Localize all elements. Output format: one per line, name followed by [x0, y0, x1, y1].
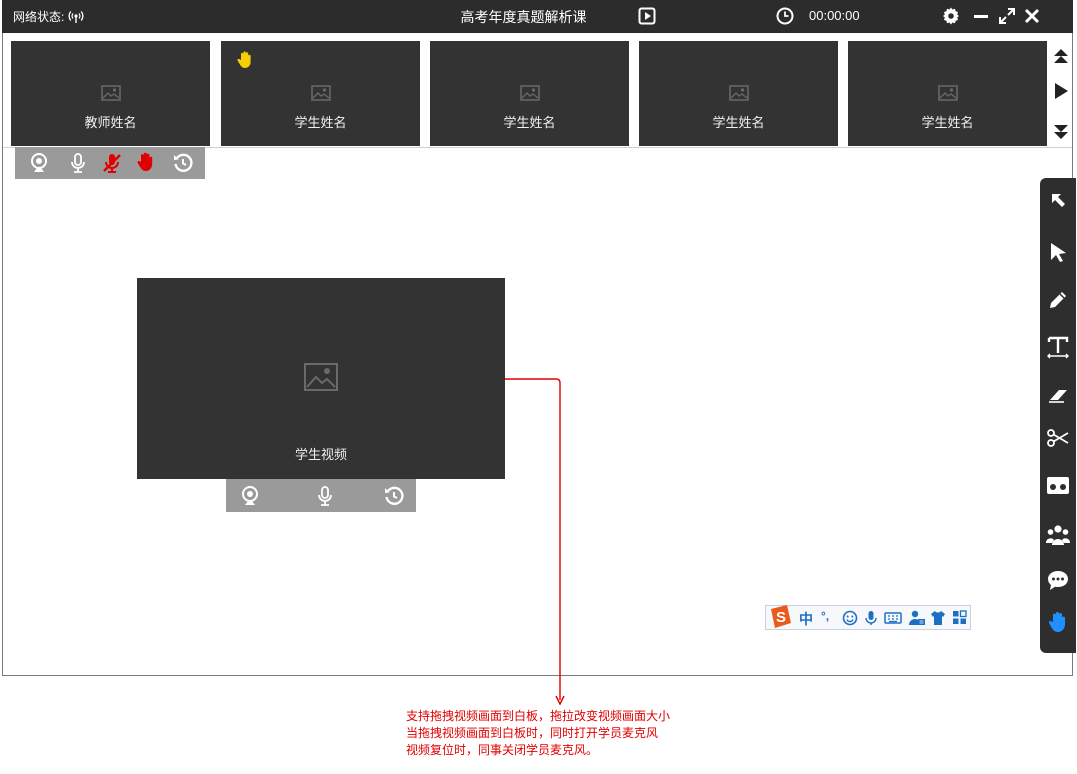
expand-down-icon[interactable]: [1052, 122, 1070, 140]
grid-menu-icon[interactable]: [952, 610, 967, 625]
ime-toolbar: S 中 °,: [765, 605, 971, 630]
chat-icon[interactable]: [1046, 568, 1070, 592]
media-icon[interactable]: [1046, 473, 1070, 497]
annotation-line: 支持拖拽视频画面到白板，拖拉改变视频画面大小: [406, 709, 671, 723]
gear-icon[interactable]: [942, 7, 960, 25]
voice-input-icon[interactable]: [864, 610, 878, 626]
collapse-up-icon[interactable]: [1052, 48, 1070, 66]
text-icon[interactable]: [1046, 335, 1070, 359]
raise-hand-icon[interactable]: [1046, 610, 1070, 634]
pencil-icon[interactable]: [1046, 288, 1070, 312]
student-video-window[interactable]: 学生视频: [137, 278, 505, 479]
pointer-icon[interactable]: [1046, 240, 1070, 264]
tile-name: 学生姓名: [921, 115, 974, 130]
mic-icon[interactable]: [67, 152, 89, 174]
annotation-line: 视频复位时，同事关闭学员麦克风。: [406, 743, 599, 757]
minimize-icon[interactable]: [972, 7, 990, 25]
ime-chinese-mode[interactable]: 中: [799, 609, 813, 627]
class-title: 高考年度真题解析课: [460, 9, 587, 25]
maximize-icon[interactable]: [998, 7, 1016, 25]
image-placeholder-icon: [519, 85, 540, 101]
user-icon[interactable]: [908, 609, 926, 627]
tile-name: 学生姓名: [712, 115, 765, 130]
eraser-icon[interactable]: [1046, 383, 1070, 407]
tile-name: 学生姓名: [294, 115, 347, 130]
mic-off-icon[interactable]: [101, 152, 123, 174]
close-icon[interactable]: [1023, 7, 1041, 25]
hand-icon[interactable]: [135, 151, 157, 173]
image-placeholder-icon: [310, 85, 331, 101]
student-video-tile[interactable]: 学生姓名: [221, 41, 420, 146]
next-icon[interactable]: [1052, 82, 1070, 100]
title-bar: 网络状态: 高考年度真题解析课 00:00:00: [2, 0, 1073, 33]
camera-icon[interactable]: [28, 152, 50, 174]
clock-icon: [776, 7, 794, 25]
teacher-video-tile[interactable]: 教师姓名: [11, 41, 210, 146]
mic-icon[interactable]: [314, 485, 336, 507]
image-placeholder-icon: [100, 85, 121, 101]
video-control-bar: [226, 479, 416, 512]
keyboard-icon[interactable]: [884, 611, 902, 625]
tile-control-bar: [15, 147, 205, 179]
scissors-icon[interactable]: [1046, 426, 1070, 450]
whiteboard-toolbox: [1040, 178, 1076, 653]
emoji-icon[interactable]: [842, 610, 858, 626]
network-status: 网络状态:: [13, 8, 84, 25]
svg-text:S: S: [776, 609, 786, 626]
reset-icon[interactable]: [172, 152, 194, 174]
raised-hand-icon: [237, 51, 251, 68]
ime-punctuation[interactable]: °,: [821, 609, 829, 627]
student-video-tile[interactable]: 学生姓名: [430, 41, 629, 146]
annotation-connector: [505, 378, 565, 706]
annotation-note: 支持拖拽视频画面到白板，拖拉改变视频画面大小 当拖拽视频画面到白板时，同时打开学…: [406, 708, 670, 759]
select-arrow-icon[interactable]: [1046, 190, 1070, 214]
tile-name: 教师姓名: [84, 115, 137, 130]
image-placeholder-icon: [728, 85, 749, 101]
shirt-icon[interactable]: [930, 610, 946, 626]
annotation-line: 当拖拽视频画面到白板时，同时打开学员麦克风: [406, 726, 659, 740]
image-placeholder-icon: [937, 85, 958, 101]
student-video-tile[interactable]: 学生姓名: [639, 41, 838, 146]
image-placeholder-icon: [304, 363, 338, 391]
signal-icon: [68, 10, 84, 23]
camera-icon[interactable]: [239, 485, 261, 507]
sogou-logo-icon[interactable]: S: [767, 603, 795, 631]
reset-icon[interactable]: [383, 485, 405, 507]
play-icon[interactable]: [638, 7, 656, 25]
student-video-tile[interactable]: 学生姓名: [848, 41, 1047, 146]
network-status-label: 网络状态:: [13, 10, 65, 24]
video-name: 学生视频: [294, 447, 347, 462]
users-icon[interactable]: [1046, 523, 1070, 547]
tile-name: 学生姓名: [503, 115, 556, 130]
class-timer: 00:00:00: [809, 8, 860, 23]
